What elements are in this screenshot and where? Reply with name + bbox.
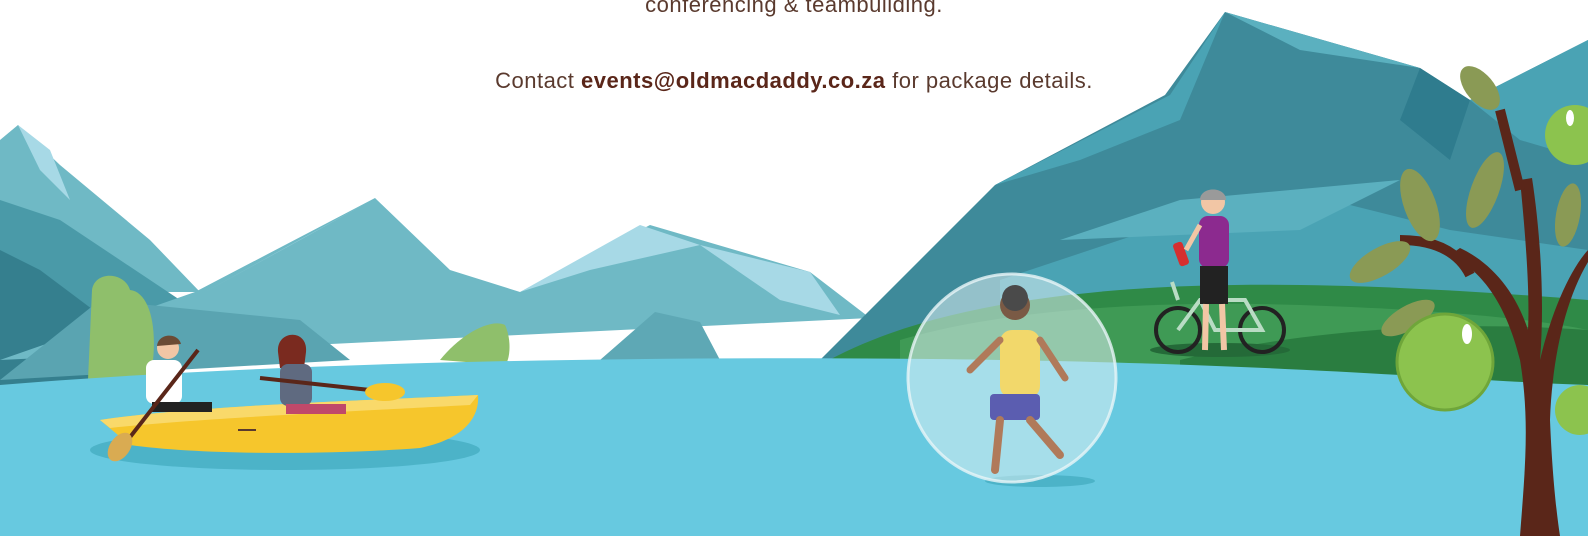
contact-line: Contact events@oldmacdaddy.co.za for pac… xyxy=(0,68,1588,94)
contact-suffix: for package details. xyxy=(885,68,1093,93)
intro-text: conferencing & teambuilding. xyxy=(645,0,943,17)
contact-email-link[interactable]: events@oldmacdaddy.co.za xyxy=(581,68,885,93)
contact-prefix: Contact xyxy=(495,68,582,93)
